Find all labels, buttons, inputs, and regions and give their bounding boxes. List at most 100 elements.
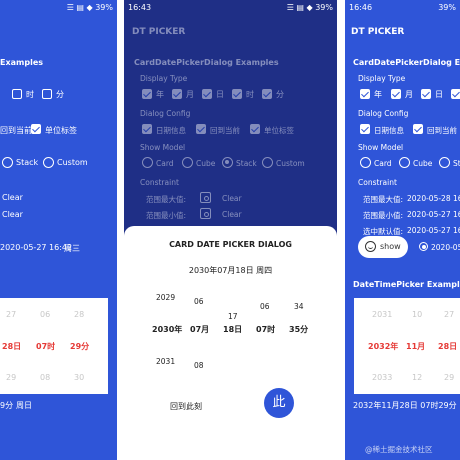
dialog-config-label: Dialog Config [140, 109, 191, 118]
show-button-label: show [380, 242, 401, 251]
wheel-selected-year: 2032年 [368, 342, 399, 351]
constraint-max-label: 范围最大值: [146, 195, 187, 204]
checkbox-minute-label: 分 [56, 90, 64, 99]
confirm-button[interactable]: 此 [264, 388, 294, 418]
checkbox-hour[interactable] [232, 89, 242, 99]
show-model-label: Show Model [358, 143, 404, 152]
dialog-date-display: 2030年07月18日 周四 [188, 266, 273, 275]
radio-cube-label: Cube [196, 159, 216, 168]
date-time-wheel[interactable]: 27 06 28 28日 07时 29分 29 08 30 [0, 298, 108, 394]
wheel-item: 06 [40, 310, 51, 319]
screen-middle: 16:43 ☰ ▤ ◆ 39% DT PICKER CardDatePicker… [124, 0, 337, 460]
radio-cube[interactable] [399, 157, 410, 168]
clear-button-min[interactable]: Clear [222, 210, 242, 219]
checkbox-hour-label: 时 [246, 90, 254, 99]
status-icons: ☰ ▤ ◆ 39% [286, 3, 333, 12]
back-now-button[interactable]: 回到此刻 [170, 401, 202, 412]
settings-icon[interactable] [200, 192, 211, 203]
dialog-title: CARD DATE PICKER DIALOG [169, 240, 292, 249]
checkbox-hour[interactable] [451, 89, 460, 99]
wheel-item: 2031 [156, 357, 176, 366]
checkbox-year[interactable] [142, 89, 152, 99]
checkbox-unit-label[interactable] [31, 124, 41, 134]
wheel-selected-hour: 07时 [256, 325, 276, 334]
checkbox-unit-label[interactable] [250, 124, 260, 134]
radio-card[interactable] [360, 157, 371, 168]
checkbox-unit-label-text: 单位标签 [45, 126, 77, 135]
status-time: 16:43 [128, 3, 152, 12]
section-title: CardDatePickerDialog Examples [134, 58, 279, 67]
radio-stack-label: St [453, 159, 460, 168]
checkbox-minute[interactable] [262, 89, 272, 99]
wheel-selected-day: 28日 [438, 342, 458, 351]
section2-title: DateTimePicker Examples [353, 280, 460, 289]
watermark: @稀土掘金技术社区 [365, 445, 433, 454]
constraint-max-label: 范围最大值: [363, 195, 404, 204]
radio-stack[interactable] [439, 157, 450, 168]
radio-stack[interactable] [2, 157, 13, 168]
status-bar: ☰ ▤ ◆ 39% [0, 0, 117, 16]
checkbox-month-label: 月 [405, 90, 413, 99]
wheel-item: 34 [294, 302, 304, 311]
radio-cube[interactable] [182, 157, 193, 168]
status-bar: 16:43 ☰ ▤ ◆ 39% [124, 0, 337, 16]
wheel-selected-minute: 29分 [70, 342, 90, 351]
section-title: Examples [0, 58, 44, 67]
checkbox-minute-label: 分 [276, 90, 284, 99]
wheel-item: 06 [194, 297, 204, 306]
status-battery: 39% [438, 3, 456, 12]
display-type-label: Display Type [358, 74, 406, 83]
checkbox-back-now-label: 回到当前 [210, 126, 240, 135]
selected-value: 2032年11月28日 07时29分 [353, 401, 457, 410]
radio-card-label: Card [156, 159, 174, 168]
wheel-selected-day: 28日 [2, 342, 22, 351]
radio-stack[interactable] [222, 157, 233, 168]
wheel-item: 2031 [372, 310, 393, 319]
checkbox-day[interactable] [421, 89, 431, 99]
clear-button-max[interactable]: Clear [2, 193, 23, 202]
constraint-label: Constraint [358, 178, 397, 187]
checkbox-hour-label: 时 [26, 90, 34, 99]
checkbox-back-now[interactable] [413, 124, 423, 134]
checkbox-year[interactable] [360, 89, 370, 99]
selected-weekday: 周三 [64, 244, 80, 253]
radio-card[interactable] [142, 157, 153, 168]
checkbox-month[interactable] [391, 89, 401, 99]
radio-card-label: Card [374, 159, 392, 168]
checkbox-date-info-label: 日期信息 [374, 126, 404, 135]
radio-default[interactable] [419, 242, 428, 251]
radio-custom[interactable] [262, 157, 273, 168]
checkbox-minute[interactable] [42, 89, 52, 99]
show-model-label: Show Model [140, 143, 186, 152]
checkbox-date-info[interactable] [360, 124, 370, 134]
wheel-item: 06 [260, 302, 270, 311]
radio-custom[interactable] [43, 157, 54, 168]
screen-left: ☰ ▤ ◆ 39% Examples 时 分 回到当前 单位标签 Stack C… [0, 0, 117, 460]
show-button[interactable]: show [358, 236, 408, 258]
status-icons: ☰ ▤ ◆ 39% [66, 3, 113, 12]
checkbox-day-label: 日 [216, 90, 224, 99]
checkbox-year-label: 年 [156, 90, 164, 99]
wheel-item: 27 [444, 310, 455, 319]
gap-2 [337, 0, 345, 460]
date-time-wheel[interactable]: 2031 10 27 2032年 11月 28日 2033 12 29 [354, 298, 460, 394]
checkbox-month[interactable] [172, 89, 182, 99]
settings-icon[interactable] [200, 208, 211, 219]
clear-button-min[interactable]: Clear [2, 210, 23, 219]
checkbox-back-now-label: 回到当前 [427, 126, 457, 135]
checkbox-date-info[interactable] [142, 124, 152, 134]
card-date-picker-dialog: CARD DATE PICKER DIALOG 2030年07月18日 周四 2… [124, 226, 337, 460]
checkbox-back-now[interactable] [196, 124, 206, 134]
checkbox-day[interactable] [202, 89, 212, 99]
clear-button-max[interactable]: Clear [222, 194, 242, 203]
selected-value: 2020-05-27 16:42 [0, 243, 73, 252]
wheel-item: 2033 [372, 373, 393, 382]
dialog-config-label: Dialog Config [358, 109, 409, 118]
bottom-weekday: 周日 [16, 401, 32, 410]
wheel-item: 08 [194, 361, 204, 370]
wheel-item: 29 [6, 373, 17, 382]
checkbox-hour[interactable] [12, 89, 22, 99]
constraint-max-value: 2020-05-28 16 [407, 194, 460, 203]
bottom-value: 9分 [0, 401, 14, 410]
radio-custom-label: Custom [57, 158, 88, 167]
